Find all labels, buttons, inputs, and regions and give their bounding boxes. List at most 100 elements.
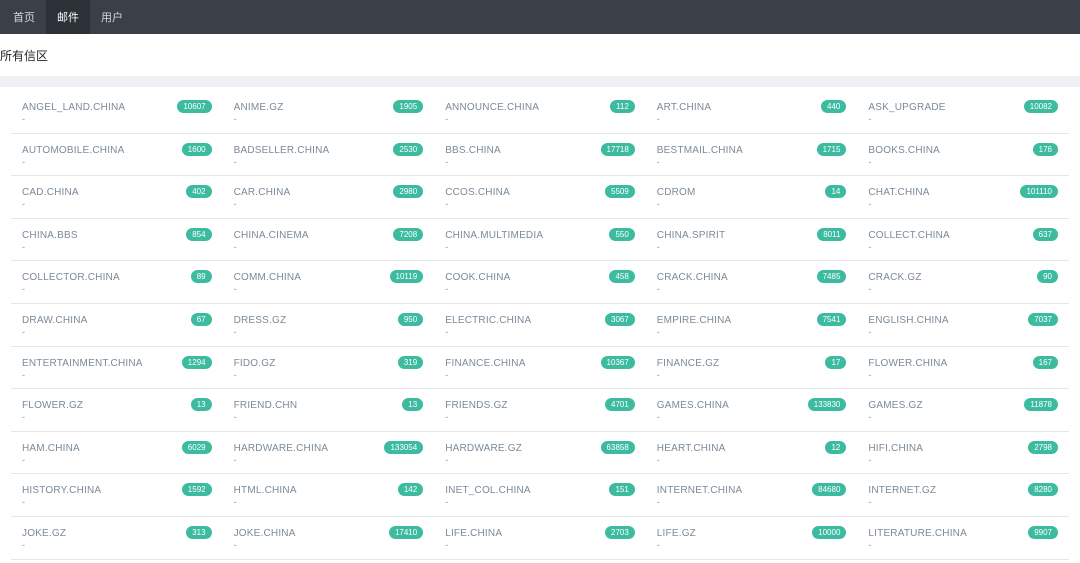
- board-item[interactable]: DRAW.CHINA 67 -: [11, 304, 223, 347]
- board-name[interactable]: HEART.CHINA: [657, 443, 807, 454]
- board-item[interactable]: INTERNET.CHINA 84680 -: [645, 474, 858, 517]
- board-name[interactable]: HIFI.CHINA: [868, 443, 1018, 454]
- board-item[interactable]: ANNOUNCE.CHINA 112 -: [434, 91, 646, 134]
- board-name[interactable]: HISTORY.CHINA: [22, 485, 172, 496]
- board-item[interactable]: JOKE.GZ 313 -: [11, 517, 223, 560]
- board-item[interactable]: HEART.CHINA 12 -: [645, 432, 858, 475]
- nav-item-mail[interactable]: 邮件: [46, 0, 90, 34]
- board-item[interactable]: COMM.CHINA 10119 -: [222, 261, 435, 304]
- board-name[interactable]: CCOS.CHINA: [445, 187, 595, 198]
- board-item[interactable]: COLLECT.CHINA 637 -: [857, 219, 1069, 262]
- board-item[interactable]: ENTERTAINMENT.CHINA 1294 -: [11, 347, 223, 390]
- board-name[interactable]: ASK_UPGRADE: [868, 102, 1018, 113]
- board-name[interactable]: CHINA.BBS: [22, 230, 172, 241]
- board-name[interactable]: ANGEL_LAND.CHINA: [22, 102, 172, 113]
- board-name[interactable]: INTERNET.GZ: [868, 485, 1018, 496]
- board-name[interactable]: HARDWARE.GZ: [445, 443, 595, 454]
- board-name[interactable]: CRACK.CHINA: [657, 272, 807, 283]
- board-item[interactable]: FRIEND.CHN 13 -: [222, 389, 435, 432]
- board-item[interactable]: FINANCE.GZ 17 -: [645, 347, 858, 390]
- board-item[interactable]: HTML.CHINA 142 -: [222, 474, 435, 517]
- board-item[interactable]: ART.CHINA 440 -: [645, 91, 858, 134]
- board-item[interactable]: CAD.CHINA 402 -: [11, 176, 223, 219]
- board-item[interactable]: CHINA.CINEMA 7208 -: [222, 219, 435, 262]
- board-item[interactable]: LITERATURE.CHINA 9907 -: [857, 517, 1069, 560]
- board-name[interactable]: HTML.CHINA: [234, 485, 384, 496]
- board-item[interactable]: HARDWARE.GZ 63858 -: [434, 432, 646, 475]
- board-name[interactable]: COLLECTOR.CHINA: [22, 272, 172, 283]
- board-item[interactable]: FRIENDS.GZ 4701 -: [434, 389, 646, 432]
- board-name[interactable]: LIFE.GZ: [657, 528, 807, 539]
- board-name[interactable]: CAD.CHINA: [22, 187, 172, 198]
- board-item[interactable]: CRACK.CHINA 7485 -: [645, 261, 858, 304]
- board-name[interactable]: CDROM: [657, 187, 807, 198]
- board-name[interactable]: BBS.CHINA: [445, 145, 595, 156]
- board-item[interactable]: ANIME.GZ 1905 -: [222, 91, 435, 134]
- board-name[interactable]: ELECTRIC.CHINA: [445, 315, 595, 326]
- board-item[interactable]: CHINA.MULTIMEDIA 550 -: [434, 219, 646, 262]
- board-name[interactable]: HAM.CHINA: [22, 443, 172, 454]
- board-item[interactable]: CRACK.GZ 90 -: [857, 261, 1069, 304]
- board-item[interactable]: DRESS.GZ 950 -: [222, 304, 435, 347]
- board-name[interactable]: FINANCE.GZ: [657, 358, 807, 369]
- board-item[interactable]: ELECTRIC.CHINA 3067 -: [434, 304, 646, 347]
- board-item[interactable]: BADSELLER.CHINA 2530 -: [222, 134, 435, 177]
- board-name[interactable]: INET_COL.CHINA: [445, 485, 595, 496]
- board-name[interactable]: GAMES.CHINA: [657, 400, 807, 411]
- board-item[interactable]: HAM.CHINA 6029 -: [11, 432, 223, 475]
- board-item[interactable]: BESTMAIL.CHINA 1715 -: [645, 134, 858, 177]
- board-name[interactable]: CHINA.CINEMA: [234, 230, 384, 241]
- board-item[interactable]: BOOKS.CHINA 176 -: [857, 134, 1069, 177]
- board-item[interactable]: GAMES.GZ 11878 -: [857, 389, 1069, 432]
- board-item[interactable]: HIFI.CHINA 2798 -: [857, 432, 1069, 475]
- board-item[interactable]: LIFE.GZ 10000 -: [645, 517, 858, 560]
- board-name[interactable]: ART.CHINA: [657, 102, 807, 113]
- board-name[interactable]: FRIENDS.GZ: [445, 400, 595, 411]
- board-name[interactable]: DRAW.CHINA: [22, 315, 172, 326]
- board-item[interactable]: CAR.CHINA 2980 -: [222, 176, 435, 219]
- board-item[interactable]: AUTOMOBILE.CHINA 1600 -: [11, 134, 223, 177]
- board-name[interactable]: FINANCE.CHINA: [445, 358, 595, 369]
- board-name[interactable]: FIDO.GZ: [234, 358, 384, 369]
- board-item[interactable]: FIDO.GZ 319 -: [222, 347, 435, 390]
- board-item[interactable]: CHINA.SPIRIT 8011 -: [645, 219, 858, 262]
- board-item[interactable]: INTERNET.GZ 8280 -: [857, 474, 1069, 517]
- board-name[interactable]: CHAT.CHINA: [868, 187, 1018, 198]
- board-item[interactable]: HISTORY.CHINA 1592 -: [11, 474, 223, 517]
- board-item[interactable]: FLOWER.CHINA 167 -: [857, 347, 1069, 390]
- board-name[interactable]: JOKE.GZ: [22, 528, 172, 539]
- board-item[interactable]: ANGEL_LAND.CHINA 10607 -: [11, 91, 223, 134]
- board-item[interactable]: BBS.CHINA 17718 -: [434, 134, 646, 177]
- nav-item-users[interactable]: 用户: [90, 0, 134, 34]
- board-item[interactable]: GAMES.CHINA 133830 -: [645, 389, 858, 432]
- board-item[interactable]: INET_COL.CHINA 151 -: [434, 474, 646, 517]
- board-item[interactable]: COLLECTOR.CHINA 89 -: [11, 261, 223, 304]
- board-name[interactable]: CAR.CHINA: [234, 187, 384, 198]
- board-name[interactable]: JOKE.CHINA: [234, 528, 384, 539]
- board-name[interactable]: CRACK.GZ: [868, 272, 1018, 283]
- board-item[interactable]: LIFE.CHINA 2703 -: [434, 517, 646, 560]
- board-name[interactable]: EMPIRE.CHINA: [657, 315, 807, 326]
- board-name[interactable]: BADSELLER.CHINA: [234, 145, 384, 156]
- board-name[interactable]: GAMES.GZ: [868, 400, 1018, 411]
- board-name[interactable]: FRIEND.CHN: [234, 400, 384, 411]
- board-item[interactable]: CDROM 14 -: [645, 176, 858, 219]
- board-name[interactable]: DRESS.GZ: [234, 315, 384, 326]
- board-name[interactable]: AUTOMOBILE.CHINA: [22, 145, 172, 156]
- board-item[interactable]: CHAT.CHINA 101110 -: [857, 176, 1069, 219]
- board-name[interactable]: INTERNET.CHINA: [657, 485, 807, 496]
- board-name[interactable]: CHINA.SPIRIT: [657, 230, 807, 241]
- board-name[interactable]: ANNOUNCE.CHINA: [445, 102, 595, 113]
- board-item[interactable]: JOKE.CHINA 17410 -: [222, 517, 435, 560]
- board-item[interactable]: HARDWARE.CHINA 133054 -: [222, 432, 435, 475]
- board-name[interactable]: FLOWER.CHINA: [868, 358, 1018, 369]
- board-name[interactable]: BESTMAIL.CHINA: [657, 145, 807, 156]
- board-item[interactable]: CCOS.CHINA 5509 -: [434, 176, 646, 219]
- board-name[interactable]: ENTERTAINMENT.CHINA: [22, 358, 172, 369]
- board-name[interactable]: COLLECT.CHINA: [868, 230, 1018, 241]
- board-name[interactable]: ANIME.GZ: [234, 102, 384, 113]
- board-name[interactable]: ENGLISH.CHINA: [868, 315, 1018, 326]
- board-item[interactable]: COOK.CHINA 458 -: [434, 261, 646, 304]
- board-name[interactable]: HARDWARE.CHINA: [234, 443, 384, 454]
- board-item[interactable]: CHINA.BBS 854 -: [11, 219, 223, 262]
